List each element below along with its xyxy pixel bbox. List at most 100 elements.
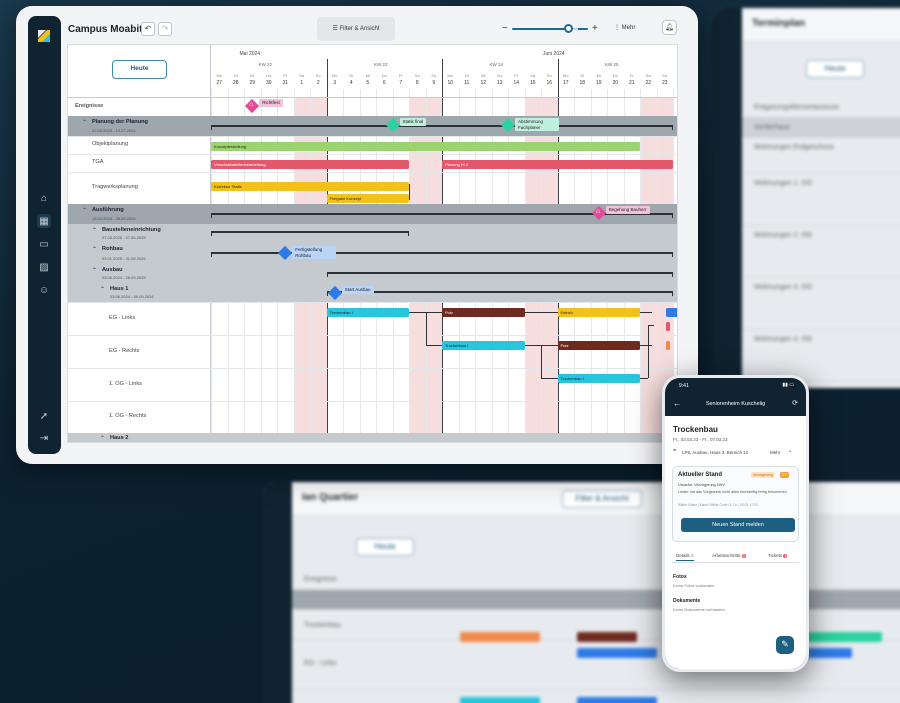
dependency-line — [541, 378, 558, 379]
day-number: 3 — [333, 80, 337, 86]
tab-count: 2 — [691, 553, 694, 558]
tablet-window: ⌂ ▦ ▭ ▨ ☺ ➚ ⇥ Campus Moabit ↶ ↷ ☰ Filter… — [16, 6, 698, 464]
dependency-line — [640, 345, 652, 346]
bar-trockenbau-og-links[interactable]: Trockenbau I — [557, 374, 640, 383]
group-name: Haus 1 — [110, 286, 129, 292]
tab-tickets[interactable]: Tickets 1 — [768, 553, 788, 558]
tab-details[interactable]: Details 2 — [676, 553, 694, 561]
summary-ausbau — [326, 272, 673, 277]
row-eg-rechts: EG - Rechts — [109, 348, 140, 354]
ticket-icon[interactable]: ▭ — [37, 237, 51, 251]
bar-cutoff[interactable] — [666, 341, 671, 350]
group-baustelleneinrichtung[interactable]: ⌃ Baustelleneinrichtung 27.05.2025 - 07.06… — [68, 224, 211, 243]
chevron-up-icon[interactable]: ⌃ — [92, 227, 97, 234]
bar-korrektur-statik[interactable]: Korrektur Statik — [211, 182, 409, 191]
bar-planung-hi2[interactable]: Planung HI 2 — [442, 160, 673, 169]
day-name: So — [431, 73, 437, 78]
group-name: Ausführung — [92, 207, 124, 213]
state-reason: Ursache: Verzögerung NHV — [678, 483, 725, 487]
bar-cutoff[interactable] — [666, 322, 671, 331]
bar-cutoff[interactable] — [666, 308, 677, 317]
calendar-icon[interactable]: ▦ — [37, 214, 51, 228]
refresh-icon[interactable]: ⟳ — [792, 399, 798, 407]
chevron-up-icon[interactable]: ⌃ — [100, 286, 105, 293]
rocket-icon[interactable]: ➚ — [37, 409, 51, 423]
day-number: 12 — [480, 80, 487, 86]
chevron-up-icon[interactable]: ⌃ — [100, 435, 105, 442]
group-ausbau[interactable]: ⌃ Ausbau 03.06.2024 - 28.09.2025 — [68, 264, 211, 283]
more-menu[interactable]: ⋮ Mehr — [614, 24, 635, 31]
day-number: 22 — [645, 80, 652, 86]
bar-trockenbau-eg-links[interactable]: Trockenbau I — [326, 308, 409, 317]
bar-freigabe-konzept[interactable]: Freigabe Konzept — [326, 194, 409, 203]
zoom-in-button[interactable]: + — [592, 23, 598, 35]
day-number: 15 — [529, 80, 536, 86]
background-bar — [802, 648, 852, 658]
milestone-statik-final[interactable] — [385, 117, 400, 133]
undo-button[interactable]: ↶ — [141, 22, 155, 36]
day-number: 4 — [349, 80, 353, 86]
today-button[interactable]: Heute — [112, 60, 167, 79]
edit-fab-button[interactable]: ✎ — [776, 636, 794, 654]
chevron-up-icon[interactable]: ⌃ — [82, 119, 87, 126]
day-name: Do — [497, 73, 503, 78]
day-name: Mi — [250, 73, 255, 78]
users-icon[interactable]: ☺ — [37, 283, 51, 297]
group-haus2[interactable]: ⌃ Haus 2 — [68, 433, 211, 442]
day-number: 19 — [595, 80, 602, 86]
group-ausfuehrung[interactable]: ⌃ Ausführung 15.04.2024 - 28.05.2025 — [68, 204, 211, 224]
filter-view-button[interactable]: ☰ Filter & Ansicht — [317, 17, 395, 41]
zoom-knob[interactable] — [564, 24, 573, 33]
notification-bell-icon[interactable]: 🔔︎ — [662, 20, 677, 35]
row-og-links: 1. OG - Links — [109, 381, 142, 387]
location-more[interactable]: Mehr — [770, 450, 780, 455]
background-today-button: Heute — [806, 60, 864, 78]
redo-button[interactable]: ↷ — [158, 22, 172, 36]
group-dates: 22.03.2023 - 13.07.2024 — [92, 128, 136, 133]
milestone-abstimmung[interactable] — [500, 117, 516, 133]
day-name: Fr — [514, 73, 519, 78]
zoom-out-button[interactable]: − — [502, 23, 508, 35]
chevron-down-icon[interactable]: ⌄ — [788, 448, 792, 454]
group-planning[interactable]: ⌃ Planung der Planung 22.03.2023 - 13.07.2… — [68, 116, 211, 136]
image-icon[interactable]: ▨ — [37, 260, 51, 274]
day-number: 21 — [628, 80, 635, 86]
milestone-begehung[interactable]: ⌂ — [591, 205, 606, 221]
group-haus1[interactable]: ⌃ Haus 1 03.06.2024 - 09.09.2024 — [68, 283, 211, 302]
day-number: 6 — [382, 80, 386, 86]
milestone-fertigstellung[interactable] — [278, 245, 293, 261]
task-dates: Fr., 03.03.23 - Fr., 07.03.23 — [673, 437, 728, 442]
milestone-label: Richtfest — [259, 99, 283, 107]
day-name: Sa — [299, 73, 305, 78]
current-state-title: Aktueller Stand — [678, 472, 723, 478]
gantt-chart: Heute Mai 2024 Juni 2024 KW 22 KW 23 KW 24 KW… — [67, 44, 678, 443]
tab-arbeitsschritte[interactable]: Arbeitsschritte 3 — [712, 553, 746, 558]
day-number: 10 — [447, 80, 454, 86]
bar-tga[interactable]: Vorschlaftabellenbearbeitung — [211, 160, 409, 169]
row-objektplanung: Objektplanung — [92, 141, 129, 147]
bar-putz-eg-links[interactable]: Putz — [442, 308, 525, 317]
group-rohbau[interactable]: ⌃ Rohbau 03.01.2025 - 31.05.2026 — [68, 243, 211, 264]
status-count-badge: 2 T — [780, 472, 789, 478]
chevron-up-icon[interactable]: ⌃ — [92, 267, 97, 274]
chevron-up-icon[interactable]: ⌃ — [82, 207, 87, 214]
day-number: 13 — [496, 80, 503, 86]
new-state-button[interactable]: Neuen Stand melden — [681, 518, 795, 532]
home-icon[interactable]: ⌂ — [37, 191, 51, 205]
bar-putz-eg-rechts[interactable]: Putz — [557, 341, 640, 350]
dependency-line — [648, 325, 654, 326]
zoom-slider[interactable]: − + — [502, 23, 600, 35]
row-divider — [68, 172, 677, 173]
status-badge: Verzögerung — [751, 472, 775, 478]
bar-estrich-eg-links[interactable]: Estrich — [557, 308, 640, 317]
bar-konzepterstellung[interactable]: Konzepterstellung — [211, 142, 640, 151]
dependency-line — [640, 378, 648, 379]
chevron-up-icon[interactable]: ⌃ — [92, 246, 97, 253]
bar-trockenbau-eg-rechts[interactable]: Trockenbau I — [442, 341, 525, 350]
background-window-right: Terminplan Heute Entgasungsklesseraussus… — [712, 8, 900, 388]
milestone-start-ausbau[interactable] — [327, 285, 342, 301]
milestone-diamond — [327, 285, 342, 301]
logout-icon[interactable]: ⇥ — [37, 431, 51, 445]
row-events: Ereignisse — [75, 103, 104, 109]
milestone-richtfest[interactable]: ⌂ — [245, 98, 260, 114]
